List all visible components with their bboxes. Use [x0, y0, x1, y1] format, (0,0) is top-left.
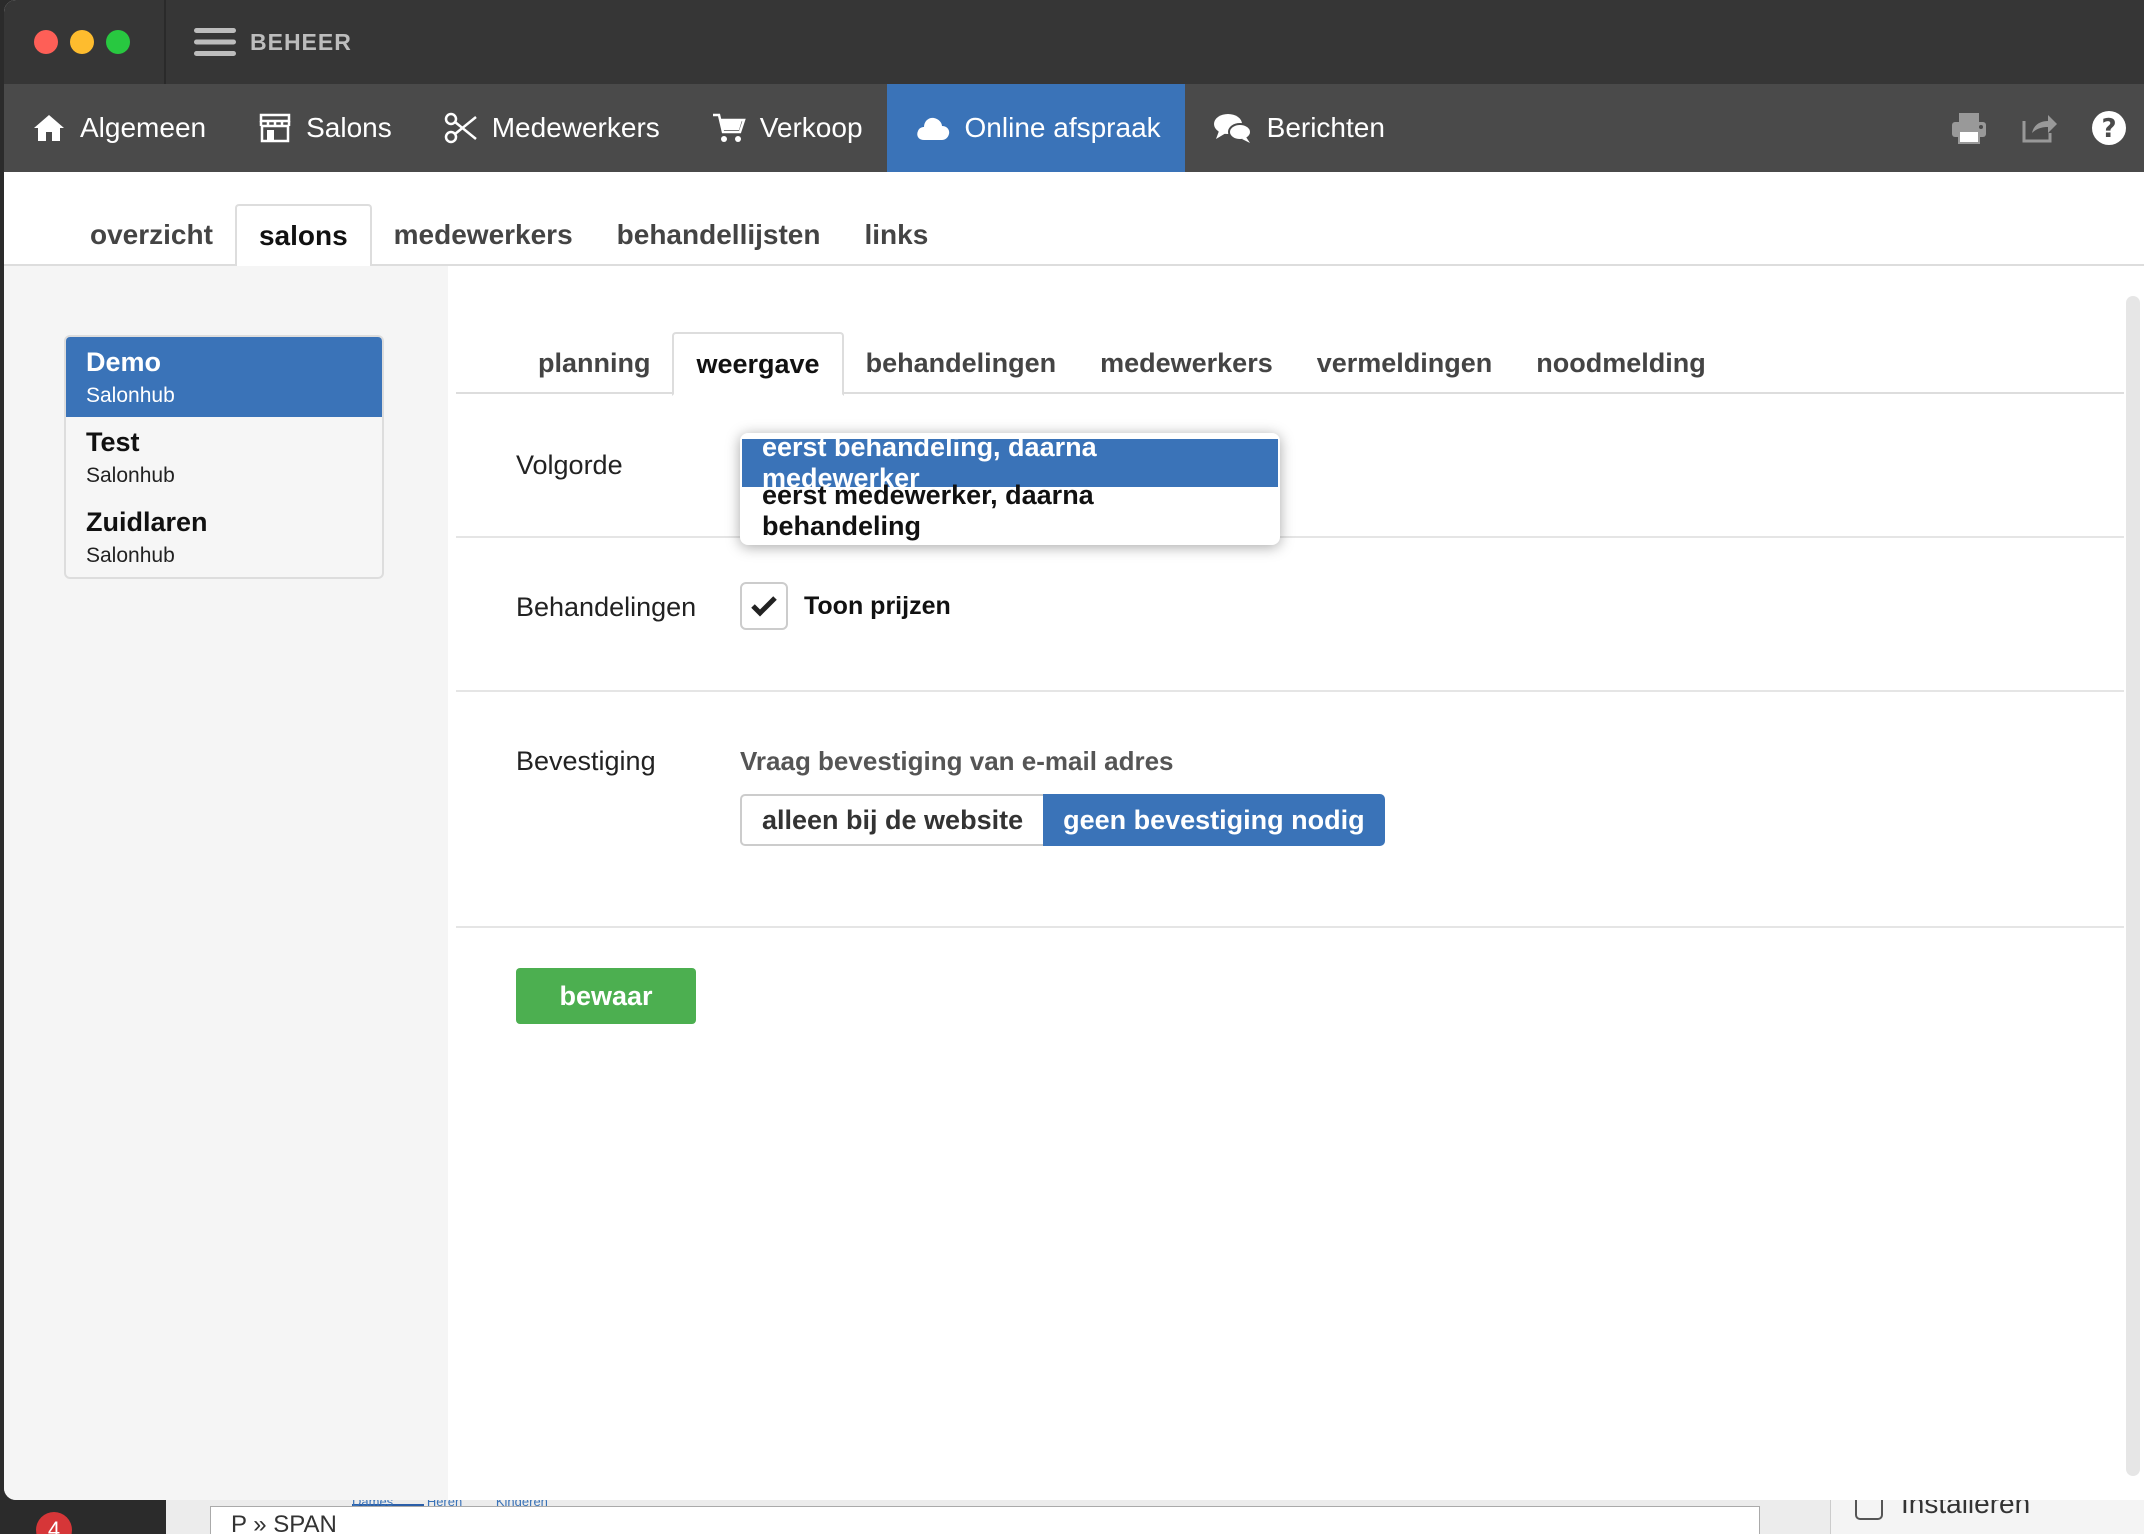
- background-notification-badge: 4: [36, 1512, 72, 1534]
- salon-subtitle: Salonhub: [86, 544, 175, 567]
- tab-behandelingen[interactable]: behandelingen: [844, 332, 1079, 394]
- title-divider: [164, 0, 166, 84]
- tab-sub-medewerkers[interactable]: medewerkers: [1078, 332, 1295, 394]
- row-divider: [456, 690, 2124, 692]
- bevestiging-question: Vraag bevestiging van e-mail adres: [740, 746, 1174, 776]
- volgorde-label: Volgorde: [516, 450, 623, 480]
- tab-vermeldingen[interactable]: vermeldingen: [1295, 332, 1515, 394]
- tab-overzicht[interactable]: overzicht: [68, 204, 235, 266]
- option-geen-bevestiging[interactable]: geen bevestiging nodig: [1043, 794, 1385, 846]
- help-icon: ?: [2092, 111, 2126, 145]
- salon-name: Zuidlaren: [86, 507, 208, 537]
- background-breadcrumb: P » SPAN: [210, 1506, 1760, 1534]
- settings-tabs: planning weergave behandelingen medewerk…: [456, 332, 2124, 396]
- print-button[interactable]: [1934, 84, 2004, 172]
- cloud-icon: [916, 117, 949, 140]
- tab-weergave[interactable]: weergave: [672, 332, 844, 396]
- salon-list: Demo Salonhub Test Salonhub Zuidlaren Sa…: [64, 335, 384, 579]
- nav-online-afspraak[interactable]: Online afspraak: [886, 84, 1185, 172]
- tab-medewerkers[interactable]: medewerkers: [372, 204, 595, 266]
- salon-item-zuidlaren[interactable]: Zuidlaren Salonhub: [66, 497, 382, 577]
- toon-prijzen-label[interactable]: Toon prijzen: [804, 592, 951, 621]
- save-button[interactable]: bewaar: [516, 968, 696, 1024]
- tab-noodmelding[interactable]: noodmelding: [1514, 332, 1727, 394]
- hamburger-icon: [194, 28, 236, 56]
- minimize-window-button[interactable]: [70, 30, 94, 54]
- nav-tools: ?: [1934, 84, 2144, 172]
- printer-icon: [1952, 113, 1986, 144]
- checkmark-icon: [751, 596, 777, 617]
- zoom-window-button[interactable]: [106, 30, 130, 54]
- row-divider: [456, 536, 2124, 538]
- nav-medewerkers[interactable]: Medewerkers: [416, 84, 684, 172]
- app-window: BEHEER Algemeen Salons Medewerkers Verko…: [4, 0, 2144, 1500]
- share-icon: [2022, 115, 2057, 143]
- nav-online-afspraak-label: Online afspraak: [964, 112, 1161, 143]
- app-menu-label: BEHEER: [250, 28, 352, 55]
- salon-item-demo[interactable]: Demo Salonhub: [66, 337, 382, 417]
- salon-subtitle: Salonhub: [86, 464, 175, 487]
- store-icon: [259, 113, 291, 143]
- close-window-button[interactable]: [34, 30, 58, 54]
- svg-text:?: ?: [2101, 114, 2116, 144]
- chat-icon: [1213, 114, 1252, 143]
- bevestiging-label: Bevestiging: [516, 746, 656, 776]
- help-button[interactable]: ?: [2074, 84, 2144, 172]
- nav-salons[interactable]: Salons: [230, 84, 416, 172]
- toon-prijzen-checkbox[interactable]: [740, 582, 788, 630]
- nav-verkoop[interactable]: Verkoop: [684, 84, 887, 172]
- bevestiging-toggle: alleen bij de website geen bevestiging n…: [740, 794, 1385, 846]
- nav-salons-label: Salons: [306, 112, 392, 143]
- tab-links[interactable]: links: [842, 204, 950, 266]
- nav-berichten[interactable]: Berichten: [1185, 84, 1409, 172]
- main-navbar: Algemeen Salons Medewerkers Verkoop Onli…: [4, 84, 2144, 172]
- salon-name: Test: [86, 427, 140, 457]
- app-menu-button[interactable]: BEHEER: [194, 22, 352, 62]
- settings-panel: planning weergave behandelingen medewerk…: [452, 266, 2124, 1500]
- salon-subtitle: Salonhub: [86, 384, 175, 407]
- nav-verkoop-label: Verkoop: [759, 112, 863, 143]
- nav-berichten-label: Berichten: [1266, 112, 1385, 143]
- scissors-icon: [444, 112, 477, 144]
- nav-algemeen[interactable]: Algemeen: [4, 84, 230, 172]
- tab-planning[interactable]: planning: [516, 332, 672, 394]
- title-bar: BEHEER: [4, 0, 2144, 84]
- salon-item-test[interactable]: Test Salonhub: [66, 417, 382, 497]
- section-tabs: overzicht salons medewerkers behandellij…: [4, 204, 2144, 268]
- share-button[interactable]: [2004, 84, 2074, 172]
- nav-medewerkers-label: Medewerkers: [491, 112, 660, 143]
- behandelingen-label: Behandelingen: [516, 592, 697, 622]
- home-icon: [34, 115, 64, 141]
- nav-algemeen-label: Algemeen: [80, 112, 207, 143]
- salon-name: Demo: [86, 347, 162, 377]
- row-divider: [456, 926, 2124, 928]
- cart-icon: [712, 113, 746, 142]
- tab-salons[interactable]: salons: [234, 204, 372, 268]
- volgorde-option-medewerker-first[interactable]: eerst medewerker, daarna behandeling: [742, 480, 1278, 541]
- scrollbar[interactable]: [2126, 296, 2140, 1476]
- volgorde-dropdown[interactable]: eerst behandeling, daarna medewerker eer…: [740, 432, 1280, 545]
- option-alleen-bij-website[interactable]: alleen bij de website: [740, 794, 1044, 846]
- tab-behandellijsten[interactable]: behandellijsten: [595, 204, 843, 266]
